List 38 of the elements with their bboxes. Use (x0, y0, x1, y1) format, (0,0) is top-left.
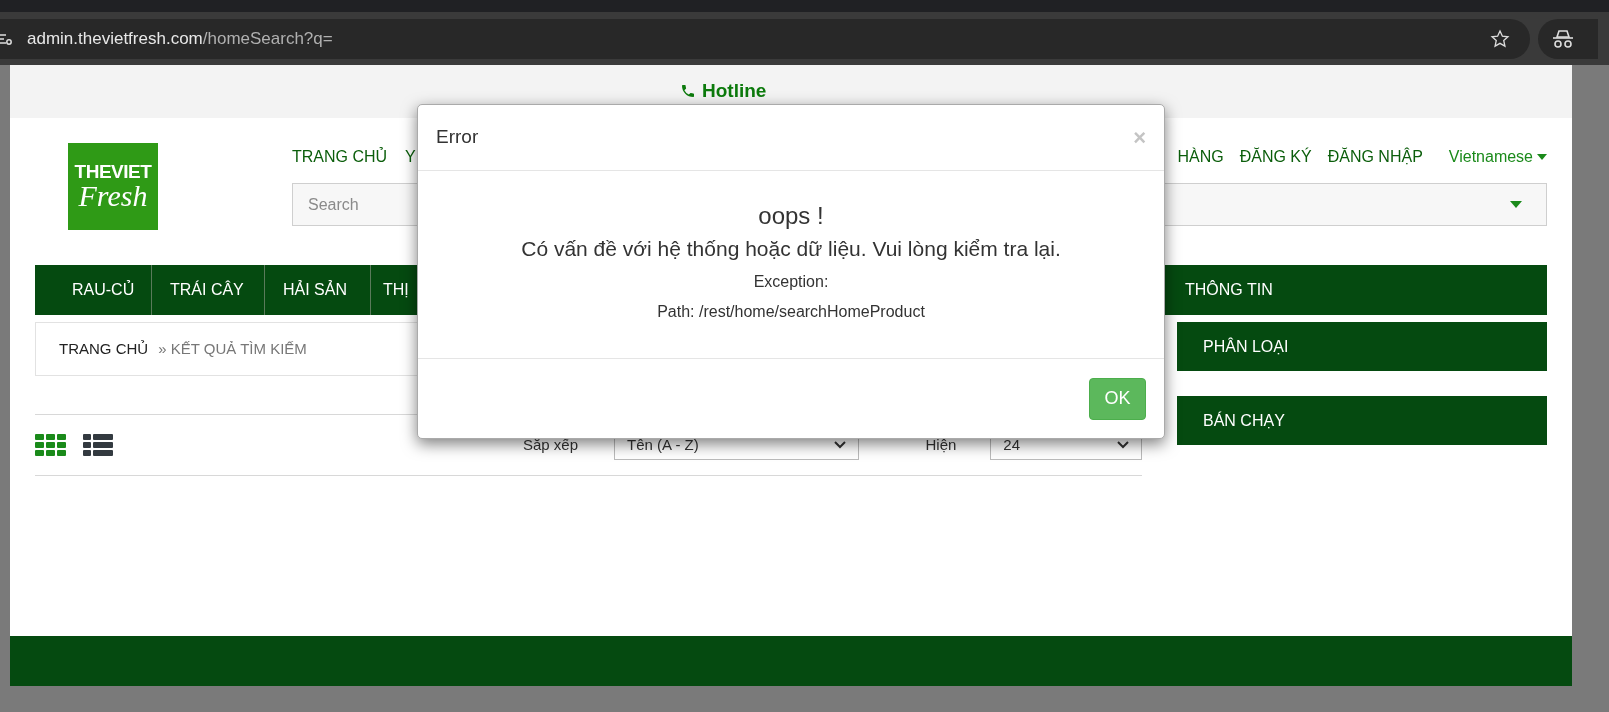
hotline-label[interactable]: Hotline (680, 77, 767, 106)
nav-link[interactable]: Y (405, 145, 416, 169)
site-settings-icon (0, 31, 14, 46)
category-link[interactable]: HẢI SẢN (265, 265, 371, 315)
category-link[interactable]: TRÁI CÂY (152, 265, 265, 315)
nav-link[interactable]: TRANG CHỦ (292, 145, 388, 169)
dialog-title: Error (436, 125, 479, 150)
path-text: Path: /rest/home/searchHomeProduct (657, 302, 925, 322)
star-icon[interactable] (1490, 28, 1510, 49)
exception-text: Exception: (753, 272, 829, 292)
chevron-down-icon (1117, 441, 1129, 449)
show-label: Hiện (925, 434, 957, 455)
phone-icon (680, 83, 696, 100)
incognito-icon (1552, 28, 1574, 49)
chevron-down-icon (834, 441, 847, 449)
dialog-heading: oops ! (758, 201, 824, 231)
caret-icon (1510, 201, 1522, 208)
address-bar[interactable]: admin.thevietfresh.com/homeSearch?q= (0, 18, 1530, 59)
logo-text: THEVIET (74, 162, 152, 181)
url-text: admin.thevietfresh.com/homeSearch?q= (27, 27, 333, 50)
logo-script-text: Fresh (78, 181, 148, 211)
sidebar-heading[interactable]: PHÂN LOẠI (1177, 322, 1547, 371)
logo[interactable]: THEVIET Fresh (68, 143, 158, 230)
list-view-icon[interactable] (83, 434, 113, 456)
language-dropdown[interactable]: Vietnamese (1448, 145, 1547, 169)
nav-link[interactable]: ĐĂNG KÝ (1239, 145, 1312, 169)
incognito-button[interactable] (1538, 18, 1598, 59)
sort-label: Sắp xếp (523, 434, 579, 455)
caret-icon (1537, 154, 1547, 160)
dialog-message: Có vấn đề với hệ thống hoặc dữ liệu. Vui lòng kiểm tra lại. (521, 236, 1061, 262)
sidebar-heading[interactable]: BÁN CHẠY (1177, 396, 1547, 445)
nav-link[interactable]: ĐĂNG NHẬP (1327, 145, 1423, 169)
category-link[interactable]: RAU-CỦ (35, 265, 152, 315)
breadcrumb-current: » KẾT QUẢ TÌM KIẾM (158, 338, 307, 359)
category-link[interactable]: THÔNG TIN (1165, 265, 1273, 315)
grid-view-icon[interactable] (35, 434, 66, 456)
breadcrumb-link[interactable]: TRANG CHỦ (59, 337, 149, 361)
nav-link[interactable]: HÀNG (1177, 145, 1224, 169)
